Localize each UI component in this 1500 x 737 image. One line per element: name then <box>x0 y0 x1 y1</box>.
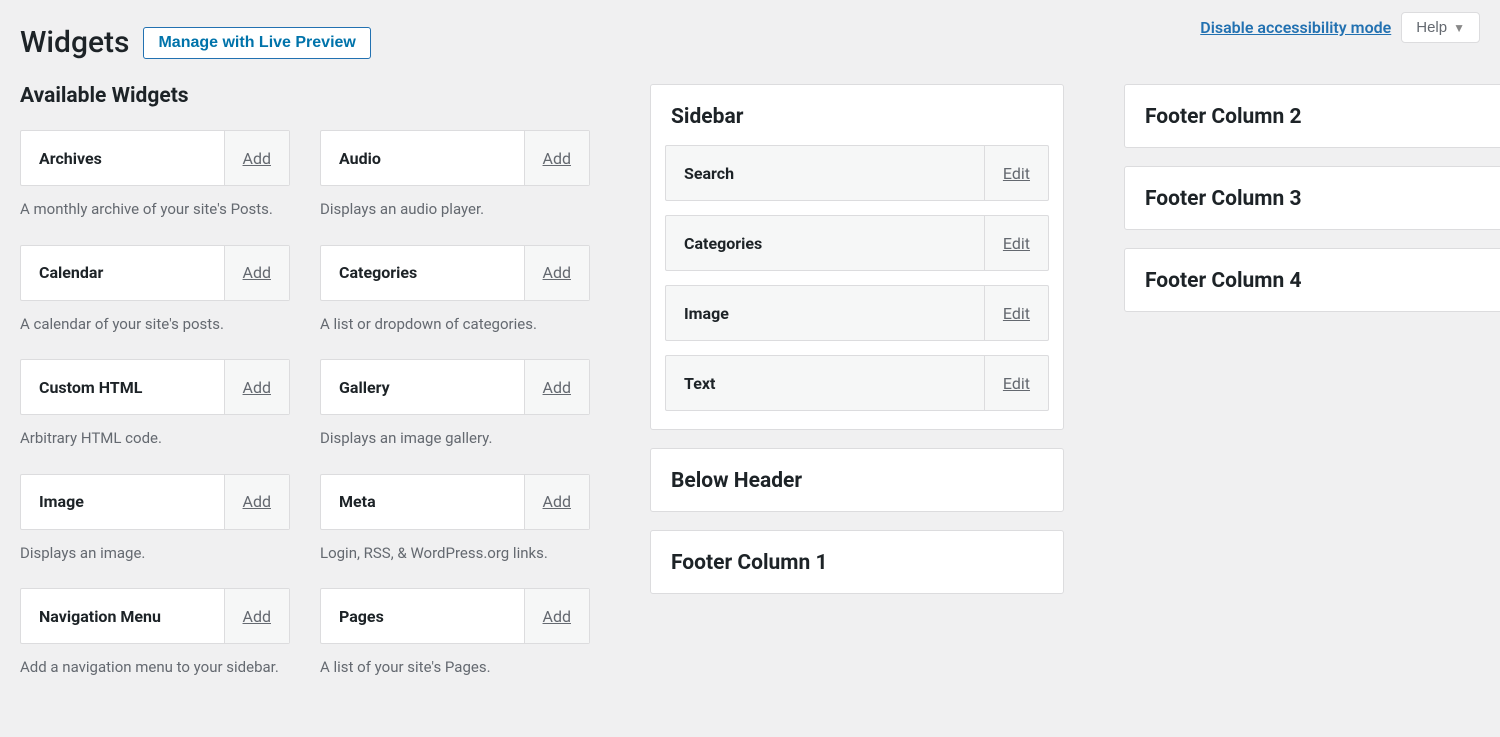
area-widget-name-label: Categories <box>666 216 984 270</box>
widget-areas-column-2: Footer Column 2 Footer Column 3 Footer Col… <box>1124 84 1500 330</box>
widget-area-below-header[interactable]: Below Header <box>650 448 1064 512</box>
edit-button[interactable]: Edit <box>984 356 1048 410</box>
add-button[interactable]: Add <box>524 360 589 414</box>
available-widget-meta: MetaAdd Login, RSS, & WordPress.org links… <box>320 474 590 565</box>
add-button[interactable]: Add <box>224 246 289 300</box>
widget-area-title: Footer Column 1 <box>665 549 1049 575</box>
widget-area-sidebar[interactable]: SidebarSearchEditCategoriesEditImageEdit… <box>650 84 1064 430</box>
widget-description: Displays an image. <box>20 542 290 565</box>
widget-name-label: Pages <box>321 589 524 643</box>
add-button[interactable]: Add <box>524 475 589 529</box>
widget-header[interactable]: Custom HTMLAdd <box>20 359 290 415</box>
available-widget-pages: PagesAdd A list of your site's Pages. <box>320 588 590 679</box>
add-button[interactable]: Add <box>524 589 589 643</box>
widget-name-label: Calendar <box>21 246 224 300</box>
edit-button[interactable]: Edit <box>984 146 1048 200</box>
area-widget-text[interactable]: TextEdit <box>665 355 1049 411</box>
widget-area-footer-column-3[interactable]: Footer Column 3 <box>1124 166 1500 230</box>
widget-areas-column-1: SidebarSearchEditCategoriesEditImageEdit… <box>650 84 1064 612</box>
widget-area-title: Footer Column 4 <box>1139 267 1500 293</box>
widget-area-footer-column-2[interactable]: Footer Column 2 <box>1124 84 1500 148</box>
widget-header[interactable]: Navigation MenuAdd <box>20 588 290 644</box>
widget-description: A list or dropdown of categories. <box>320 313 590 336</box>
edit-button[interactable]: Edit <box>984 286 1048 340</box>
widget-area-title: Footer Column 3 <box>1139 185 1500 211</box>
widget-header[interactable]: CalendarAdd <box>20 245 290 301</box>
add-button[interactable]: Add <box>224 360 289 414</box>
widget-description: Arbitrary HTML code. <box>20 427 290 450</box>
widget-description: A monthly archive of your site's Posts. <box>20 198 290 221</box>
area-widget-name-label: Search <box>666 146 984 200</box>
available-widget-categories: CategoriesAdd A list or dropdown of categ… <box>320 245 590 336</box>
help-button[interactable]: Help ▼ <box>1401 12 1480 43</box>
widget-name-label: Archives <box>21 131 224 185</box>
available-widget-custom-html: Custom HTMLAdd Arbitrary HTML code. <box>20 359 290 450</box>
widget-name-label: Gallery <box>321 360 524 414</box>
area-widget-name-label: Text <box>666 356 984 410</box>
widget-header[interactable]: PagesAdd <box>320 588 590 644</box>
add-button[interactable]: Add <box>524 131 589 185</box>
area-widget-categories[interactable]: CategoriesEdit <box>665 215 1049 271</box>
widget-description: A list of your site's Pages. <box>320 656 590 679</box>
available-widget-audio: AudioAdd Displays an audio player. <box>320 130 590 221</box>
widget-name-label: Navigation Menu <box>21 589 224 643</box>
available-widget-archives: ArchivesAdd A monthly archive of your sit… <box>20 130 290 221</box>
chevron-down-icon: ▼ <box>1453 21 1465 35</box>
widget-header[interactable]: CategoriesAdd <box>320 245 590 301</box>
available-widget-navigation-menu: Navigation MenuAdd Add a navigation menu … <box>20 588 290 679</box>
widget-header[interactable]: ArchivesAdd <box>20 130 290 186</box>
widget-area-footer-column-4[interactable]: Footer Column 4 <box>1124 248 1500 312</box>
add-button[interactable]: Add <box>224 589 289 643</box>
area-widget-search[interactable]: SearchEdit <box>665 145 1049 201</box>
widget-description: A calendar of your site's posts. <box>20 313 290 336</box>
page-title: Widgets <box>20 25 129 60</box>
widget-name-label: Image <box>21 475 224 529</box>
widget-area-title: Sidebar <box>665 103 1049 129</box>
manage-live-preview-button[interactable]: Manage with Live Preview <box>143 27 370 59</box>
widget-description: Add a navigation menu to your sidebar. <box>20 656 290 679</box>
help-label: Help <box>1416 19 1447 36</box>
available-widgets-title: Available Widgets <box>20 84 590 108</box>
widget-name-label: Categories <box>321 246 524 300</box>
area-widget-name-label: Image <box>666 286 984 340</box>
widget-header[interactable]: MetaAdd <box>320 474 590 530</box>
available-widget-calendar: CalendarAdd A calendar of your site's pos… <box>20 245 290 336</box>
available-widget-image: ImageAdd Displays an image. <box>20 474 290 565</box>
widget-header[interactable]: AudioAdd <box>320 130 590 186</box>
widget-description: Displays an image gallery. <box>320 427 590 450</box>
widget-name-label: Audio <box>321 131 524 185</box>
widget-area-title: Footer Column 2 <box>1139 103 1500 129</box>
widget-area-title: Below Header <box>665 467 1049 493</box>
add-button[interactable]: Add <box>524 246 589 300</box>
area-widget-image[interactable]: ImageEdit <box>665 285 1049 341</box>
widget-area-footer-column-1[interactable]: Footer Column 1 <box>650 530 1064 594</box>
edit-button[interactable]: Edit <box>984 216 1048 270</box>
widget-header[interactable]: GalleryAdd <box>320 359 590 415</box>
widget-header[interactable]: ImageAdd <box>20 474 290 530</box>
widget-area-list: SearchEditCategoriesEditImageEditTextEdi… <box>665 145 1049 411</box>
add-button[interactable]: Add <box>224 131 289 185</box>
widget-description: Displays an audio player. <box>320 198 590 221</box>
available-widget-gallery: GalleryAdd Displays an image gallery. <box>320 359 590 450</box>
widget-name-label: Meta <box>321 475 524 529</box>
widget-description: Login, RSS, & WordPress.org links. <box>320 542 590 565</box>
available-widgets-column: Available Widgets ArchivesAddA monthly a… <box>20 84 590 693</box>
add-button[interactable]: Add <box>224 475 289 529</box>
widget-name-label: Custom HTML <box>21 360 224 414</box>
disable-accessibility-link[interactable]: Disable accessibility mode <box>1200 18 1391 37</box>
